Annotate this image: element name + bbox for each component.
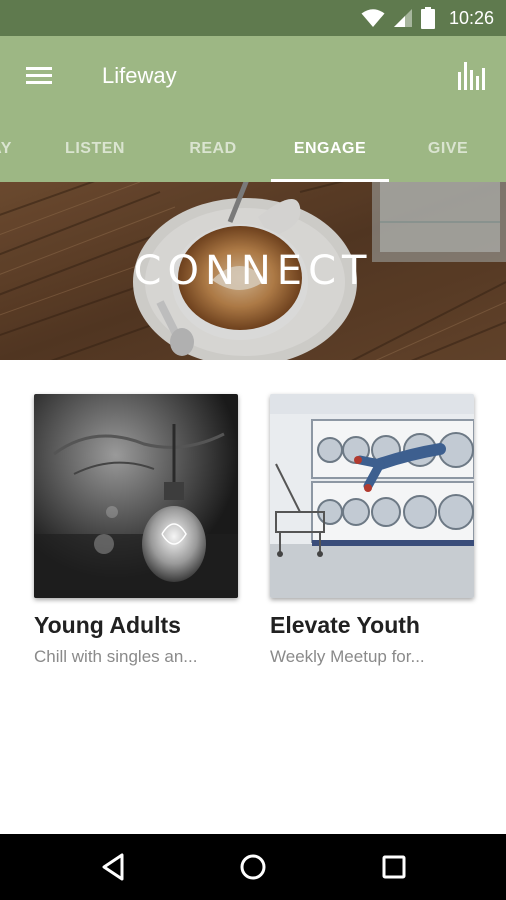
- app-bar: Lifeway AY LISTEN READ ENGAGE GIVE: [0, 36, 506, 182]
- back-icon[interactable]: [98, 851, 130, 883]
- tab-bar: AY LISTEN READ ENGAGE GIVE: [0, 116, 506, 182]
- wifi-icon: [361, 9, 385, 27]
- toolbar: Lifeway: [0, 36, 506, 116]
- menu-icon[interactable]: [24, 60, 56, 92]
- tab-engage[interactable]: ENGAGE: [271, 116, 389, 182]
- card-image-laundromat: [270, 394, 474, 598]
- card-image-light-bulb: [34, 394, 238, 598]
- clock: 10:26: [448, 7, 494, 28]
- tab-give[interactable]: GIVE: [396, 116, 500, 182]
- system-nav-bar: [0, 834, 506, 900]
- tab-listen[interactable]: LISTEN: [40, 116, 150, 182]
- card-title: Young Adults: [34, 612, 181, 638]
- hero-banner: CONNECT: [0, 182, 506, 360]
- bar-chart-icon[interactable]: [456, 58, 488, 92]
- app-title: Lifeway: [102, 63, 177, 88]
- card-subtitle: Chill with singles an...: [34, 647, 198, 666]
- status-bar: 10:26: [0, 0, 506, 36]
- card-elevate-youth[interactable]: Elevate Youth Weekly Meetup for...: [270, 394, 474, 667]
- tab-pray[interactable]: AY: [0, 116, 16, 182]
- cell-signal-icon: [393, 9, 412, 27]
- card-young-adults[interactable]: Young Adults Chill with singles an...: [34, 394, 238, 667]
- tab-read[interactable]: READ: [158, 116, 268, 182]
- recents-icon[interactable]: [378, 851, 410, 883]
- card-subtitle: Weekly Meetup for...: [270, 647, 425, 666]
- home-icon[interactable]: [237, 851, 269, 883]
- card-title: Elevate Youth: [270, 612, 420, 638]
- battery-icon: [420, 7, 435, 29]
- hero-title: CONNECT: [133, 248, 373, 294]
